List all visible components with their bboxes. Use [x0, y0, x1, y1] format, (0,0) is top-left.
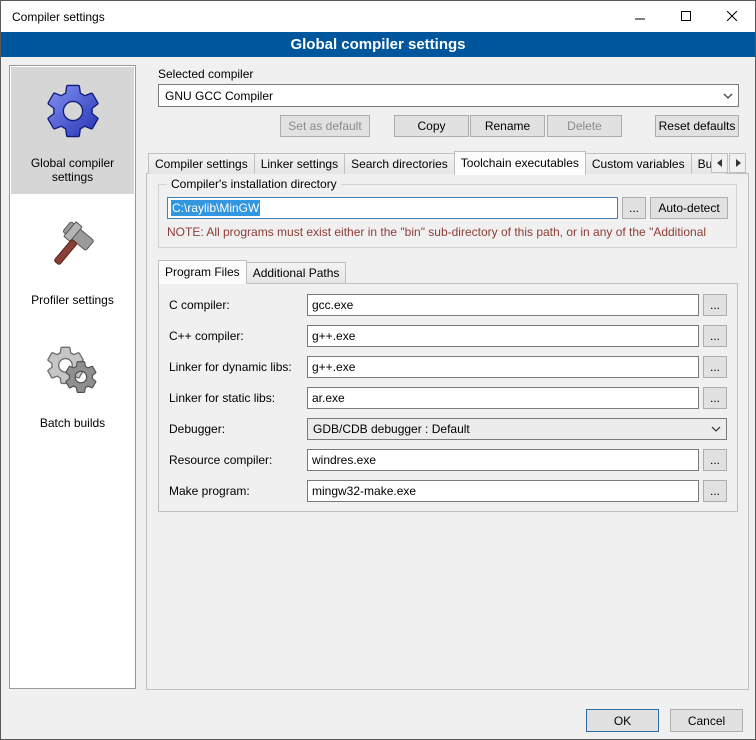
resource-compiler-browse-button[interactable]: ... — [703, 449, 727, 471]
cpp-compiler-browse-button[interactable]: ... — [703, 325, 727, 347]
cpp-compiler-label: C++ compiler: — [169, 329, 307, 343]
tab-additional-paths[interactable]: Additional Paths — [246, 262, 347, 283]
installation-directory-group-title: Compiler's installation directory — [167, 177, 341, 191]
sidebar-item-global-compiler-settings[interactable]: Global compiler settings — [11, 67, 134, 194]
resource-compiler-label: Resource compiler: — [169, 453, 307, 467]
installation-note: NOTE: All programs must exist either in … — [167, 225, 735, 239]
selected-compiler-label: Selected compiler — [158, 67, 253, 81]
installation-directory-input[interactable]: C:\raylib\MinGW — [167, 197, 618, 219]
static-linker-label: Linker for static libs: — [169, 391, 307, 405]
sidebar-item-batch-builds[interactable]: Batch builds — [11, 327, 134, 440]
compiler-buttons-row: Set as default Copy Rename Delete Reset … — [158, 115, 739, 137]
browse-directory-button[interactable]: ... — [622, 197, 646, 219]
make-program-row: Make program: ... — [169, 480, 727, 502]
dynamic-linker-input[interactable] — [307, 356, 699, 378]
resource-compiler-input[interactable] — [307, 449, 699, 471]
dynamic-linker-label: Linker for dynamic libs: — [169, 360, 307, 374]
delete-button[interactable]: Delete — [547, 115, 622, 137]
batch-builds-gears-icon — [41, 339, 105, 406]
static-linker-row: Linker for static libs: ... — [169, 387, 727, 409]
tab-custom-variables[interactable]: Custom variables — [585, 153, 692, 174]
resource-compiler-row: Resource compiler: ... — [169, 449, 727, 471]
maximize-button[interactable] — [663, 1, 709, 32]
maximize-icon — [681, 10, 691, 24]
installation-directory-value: C:\raylib\MinGW — [171, 200, 260, 216]
dynamic-linker-browse-button[interactable]: ... — [703, 356, 727, 378]
tab-linker-settings[interactable]: Linker settings — [254, 153, 345, 174]
selected-compiler-value: GNU GCC Compiler — [165, 89, 273, 103]
sidebar-item-profiler-settings[interactable]: Profiler settings — [11, 204, 134, 317]
tab-scroll-right-button[interactable] — [729, 153, 746, 173]
profiler-tool-icon — [41, 216, 105, 283]
window-controls — [617, 1, 755, 32]
settings-tab-strip: Compiler settings Linker settings Search… — [148, 151, 726, 174]
settings-category-list: Global compiler settings Profiler settin… — [9, 65, 136, 689]
tab-scroll-arrows — [710, 153, 746, 173]
tab-program-files[interactable]: Program Files — [158, 260, 247, 284]
c-compiler-input[interactable] — [307, 294, 699, 316]
tab-search-directories[interactable]: Search directories — [344, 153, 455, 174]
set-as-default-button[interactable]: Set as default — [280, 115, 370, 137]
cpp-compiler-input[interactable] — [307, 325, 699, 347]
static-linker-browse-button[interactable]: ... — [703, 387, 727, 409]
debugger-row: Debugger: GDB/CDB debugger : Default — [169, 418, 727, 440]
static-linker-input[interactable] — [307, 387, 699, 409]
make-program-browse-button[interactable]: ... — [703, 480, 727, 502]
chevron-down-icon — [706, 426, 726, 432]
sidebar-item-label: Batch builds — [40, 416, 105, 430]
cancel-button[interactable]: Cancel — [670, 709, 743, 732]
c-compiler-browse-button[interactable]: ... — [703, 294, 727, 316]
tab-compiler-settings[interactable]: Compiler settings — [148, 153, 255, 174]
tab-scroll-left-button[interactable] — [711, 153, 728, 173]
make-program-input[interactable] — [307, 480, 699, 502]
page-title: Global compiler settings — [1, 32, 755, 57]
global-compiler-gear-icon — [41, 79, 105, 146]
sidebar-item-label: Profiler settings — [31, 293, 114, 307]
selected-compiler-dropdown[interactable]: GNU GCC Compiler — [158, 84, 739, 107]
program-tab-strip: Program Files Additional Paths — [158, 260, 345, 283]
close-button[interactable] — [709, 1, 755, 32]
debugger-dropdown[interactable]: GDB/CDB debugger : Default — [307, 418, 727, 440]
debugger-value: GDB/CDB debugger : Default — [313, 422, 470, 436]
arrow-left-icon — [716, 156, 724, 170]
program-files-panel: C compiler: ... C++ compiler: ... Linker… — [158, 283, 738, 512]
reset-defaults-button[interactable]: Reset defaults — [655, 115, 739, 137]
installation-directory-row: C:\raylib\MinGW ... Auto-detect — [167, 197, 728, 219]
rename-button[interactable]: Rename — [470, 115, 545, 137]
dynamic-linker-row: Linker for dynamic libs: ... — [169, 356, 727, 378]
chevron-down-icon — [718, 93, 738, 99]
auto-detect-button[interactable]: Auto-detect — [650, 197, 728, 219]
ok-button[interactable]: OK — [586, 709, 659, 732]
installation-directory-group: Compiler's installation directory C:\ray… — [158, 184, 737, 248]
cpp-compiler-row: C++ compiler: ... — [169, 325, 727, 347]
compiler-settings-dialog: Compiler settings Global compiler settin… — [0, 0, 756, 740]
minimize-icon — [635, 10, 645, 24]
title-bar: Compiler settings — [1, 1, 755, 32]
toolchain-executables-panel: Compiler's installation directory C:\ray… — [146, 173, 749, 690]
minimize-button[interactable] — [617, 1, 663, 32]
arrow-right-icon — [734, 156, 742, 170]
sidebar-item-label: Global compiler settings — [15, 156, 130, 184]
tab-toolchain-executables[interactable]: Toolchain executables — [454, 151, 586, 175]
close-icon — [727, 10, 737, 24]
window-title: Compiler settings — [1, 10, 105, 24]
make-program-label: Make program: — [169, 484, 307, 498]
debugger-label: Debugger: — [169, 422, 307, 436]
c-compiler-row: C compiler: ... — [169, 294, 727, 316]
c-compiler-label: C compiler: — [169, 298, 307, 312]
copy-button[interactable]: Copy — [394, 115, 469, 137]
